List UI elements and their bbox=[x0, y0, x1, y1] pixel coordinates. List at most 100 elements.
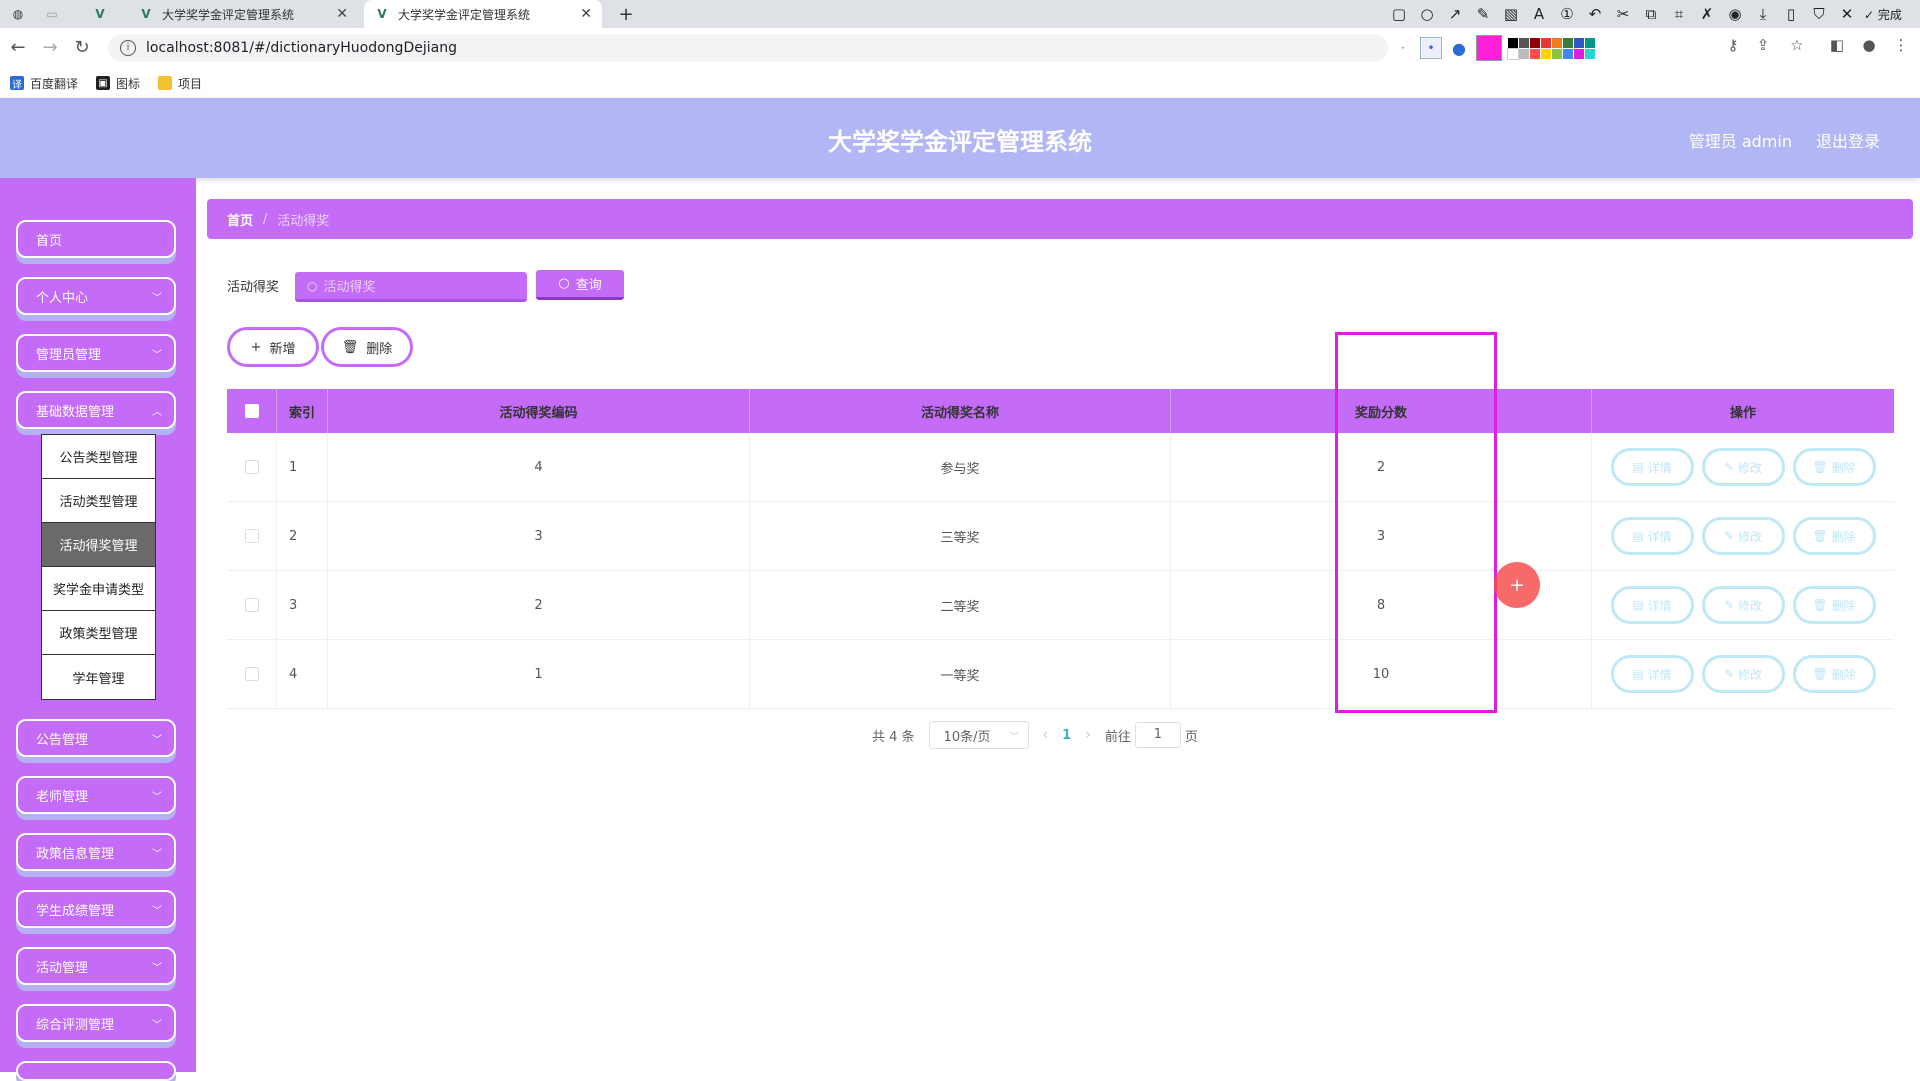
site-info-icon[interactable]: i bbox=[120, 40, 136, 56]
cell-score: 2 bbox=[1171, 433, 1592, 501]
mosaic-tool-icon[interactable]: ▧ bbox=[1500, 5, 1522, 23]
goto-page-input[interactable]: 1 bbox=[1134, 722, 1181, 748]
submenu-item-notice-type[interactable]: 公告类型管理 bbox=[42, 435, 155, 479]
breadcrumb: 首页 / 活动得奖 bbox=[207, 199, 1913, 239]
pin-icon[interactable]: ✗ bbox=[1696, 5, 1718, 23]
sidebar-item-notice[interactable]: 公告管理 ﹀ bbox=[16, 719, 176, 757]
more-icon[interactable]: ⋮ bbox=[1890, 36, 1912, 60]
cell-index: 4 bbox=[277, 640, 328, 708]
detail-label: 详情 bbox=[1647, 667, 1672, 682]
url-field[interactable]: i localhost:8081/#/dictionaryHuodongDeji… bbox=[108, 34, 1388, 62]
sidebar-item-activity[interactable]: 活动管理 ﹀ bbox=[16, 947, 176, 985]
close-icon[interactable]: ✕ bbox=[1836, 5, 1858, 23]
arrow-tool-icon[interactable]: ↗ bbox=[1444, 5, 1466, 23]
row-delete-button[interactable]: 🗑 删除 bbox=[1792, 517, 1876, 555]
selected-color-swatch[interactable] bbox=[1476, 35, 1502, 61]
circle-tool-icon[interactable]: ○ bbox=[1416, 5, 1438, 23]
detail-button[interactable]: ▤ 详情 bbox=[1610, 655, 1694, 693]
detail-label: 详情 bbox=[1647, 460, 1672, 475]
ocr-icon[interactable]: ⌗ bbox=[1668, 5, 1690, 23]
edit-button[interactable]: ✎ 修改 bbox=[1701, 448, 1785, 486]
edit-button[interactable]: ✎ 修改 bbox=[1701, 655, 1785, 693]
download-icon[interactable]: ⤓ bbox=[1752, 5, 1774, 23]
detail-button[interactable]: ▤ 详情 bbox=[1610, 448, 1694, 486]
sidebar-item-home[interactable]: 首页 bbox=[16, 220, 176, 258]
done-button[interactable]: ✓ 完成 bbox=[1864, 6, 1902, 23]
search-input[interactable]: ○ 活动得奖 bbox=[295, 272, 527, 302]
small-dot-icon[interactable]: · bbox=[1392, 37, 1414, 59]
page-size-select[interactable]: 10条/页 ﹀ bbox=[928, 721, 1029, 749]
detail-button[interactable]: ▤ 详情 bbox=[1610, 517, 1694, 555]
key-icon[interactable]: ⚷ bbox=[1722, 36, 1744, 60]
edit-button[interactable]: ✎ 修改 bbox=[1701, 586, 1785, 624]
row-checkbox[interactable] bbox=[244, 529, 259, 543]
phone-icon[interactable]: ▯ bbox=[1780, 5, 1802, 23]
medium-dot-icon[interactable]: • bbox=[1420, 37, 1442, 59]
bookmark-icon[interactable]: ⛉ bbox=[1808, 5, 1830, 23]
batch-delete-button[interactable]: 🗑 删除 bbox=[321, 327, 413, 367]
tab-1[interactable]: V 大学奖学金评定管理系统 ✕ bbox=[130, 0, 358, 28]
share-icon[interactable]: ⇪ bbox=[1752, 36, 1774, 60]
sidepanel-icon[interactable]: ◧ bbox=[1826, 36, 1848, 60]
sidebar-item-evaluation[interactable]: 综合评测管理 ﹀ bbox=[16, 1004, 176, 1042]
sidebar-item-basic-data[interactable]: 基础数据管理 ︿ bbox=[16, 391, 176, 429]
translate-tool-icon[interactable]: ⧉ bbox=[1640, 5, 1662, 23]
sidebar-item-grades[interactable]: 学生成绩管理 ﹀ bbox=[16, 890, 176, 928]
page-number-current[interactable]: 1 bbox=[1062, 728, 1071, 743]
icon-bookmark-icon: ▣ bbox=[96, 76, 111, 90]
sidebar-item-personal-center[interactable]: 个人中心 ﹀ bbox=[16, 277, 176, 315]
large-dot-icon[interactable]: ● bbox=[1448, 37, 1470, 59]
submenu-item-school-year[interactable]: 学年管理 bbox=[42, 655, 155, 699]
submenu-item-scholarship-type[interactable]: 奖学金申请类型 bbox=[42, 567, 155, 611]
detail-button[interactable]: ▤ 详情 bbox=[1610, 586, 1694, 624]
row-delete-button[interactable]: 🗑 删除 bbox=[1792, 655, 1876, 693]
delete-label: 删除 bbox=[1831, 460, 1856, 475]
back-icon[interactable]: ← bbox=[6, 36, 30, 60]
row-checkbox[interactable] bbox=[244, 460, 259, 474]
bookmark-item[interactable]: 项目 bbox=[158, 75, 202, 92]
next-page-icon[interactable]: › bbox=[1085, 727, 1091, 743]
crop-icon[interactable]: ✂ bbox=[1612, 5, 1634, 23]
query-button[interactable]: ○ 查询 bbox=[536, 270, 624, 300]
row-checkbox[interactable] bbox=[244, 598, 259, 612]
edit-button[interactable]: ✎ 修改 bbox=[1701, 517, 1785, 555]
breadcrumb-home[interactable]: 首页 bbox=[227, 210, 253, 229]
sidebar-item-admin[interactable]: 管理员管理 ﹀ bbox=[16, 334, 176, 372]
star-icon[interactable]: ☆ bbox=[1786, 36, 1808, 60]
forward-icon[interactable]: → bbox=[38, 36, 62, 60]
pinned-tab-vue[interactable]: V bbox=[92, 0, 122, 28]
delete-label: 删除 bbox=[1831, 529, 1856, 544]
pen-tool-icon[interactable]: ✎ bbox=[1472, 5, 1494, 23]
new-tab-button[interactable]: + bbox=[614, 0, 638, 28]
row-delete-button[interactable]: 🗑 删除 bbox=[1792, 586, 1876, 624]
bookmark-item[interactable]: ▣ 图标 bbox=[96, 75, 140, 92]
logout-link[interactable]: 退出登录 bbox=[1816, 128, 1880, 152]
profile-icon[interactable]: ● bbox=[1858, 36, 1880, 60]
color-swatch-grid[interactable] bbox=[1507, 37, 1595, 60]
close-tab-icon[interactable]: ✕ bbox=[580, 6, 592, 22]
sidebar-item-more[interactable] bbox=[16, 1061, 176, 1081]
tab-2-active[interactable]: V 大学奖学金评定管理系统 ✕ bbox=[364, 0, 602, 28]
record-icon[interactable]: ◉ bbox=[1724, 5, 1746, 23]
submenu-item-activity-type[interactable]: 活动类型管理 bbox=[42, 479, 155, 523]
bookmark-item[interactable]: 译 百度翻译 bbox=[10, 75, 78, 92]
submenu-item-activity-award[interactable]: 活动得奖管理 bbox=[42, 523, 155, 567]
row-checkbox[interactable] bbox=[244, 667, 259, 681]
undo-icon[interactable]: ↶ bbox=[1584, 5, 1606, 23]
submenu-item-policy-type[interactable]: 政策类型管理 bbox=[42, 611, 155, 655]
rectangle-tool-icon[interactable]: ▢ bbox=[1388, 5, 1410, 23]
app-header: 大学奖学金评定管理系统 管理员 admin 退出登录 bbox=[0, 98, 1920, 178]
row-delete-button[interactable]: 🗑 删除 bbox=[1792, 448, 1876, 486]
add-button[interactable]: + 新增 bbox=[227, 327, 319, 367]
close-tab-icon[interactable]: ✕ bbox=[336, 6, 348, 22]
sidebar-item-teacher[interactable]: 老师管理 ﹀ bbox=[16, 776, 176, 814]
reload-icon[interactable]: ↻ bbox=[70, 36, 94, 60]
tab-strip-icon[interactable]: ◍ bbox=[10, 0, 40, 28]
pinned-tab[interactable]: ▭ bbox=[44, 0, 80, 28]
select-all-checkbox[interactable] bbox=[244, 404, 259, 418]
sidebar-item-policy[interactable]: 政策信息管理 ﹀ bbox=[16, 833, 176, 871]
number-tool-icon[interactable]: ① bbox=[1556, 5, 1578, 23]
prev-page-icon[interactable]: ‹ bbox=[1043, 727, 1049, 743]
text-tool-icon[interactable]: A bbox=[1528, 5, 1550, 23]
menu-label: 首页 bbox=[36, 233, 63, 249]
